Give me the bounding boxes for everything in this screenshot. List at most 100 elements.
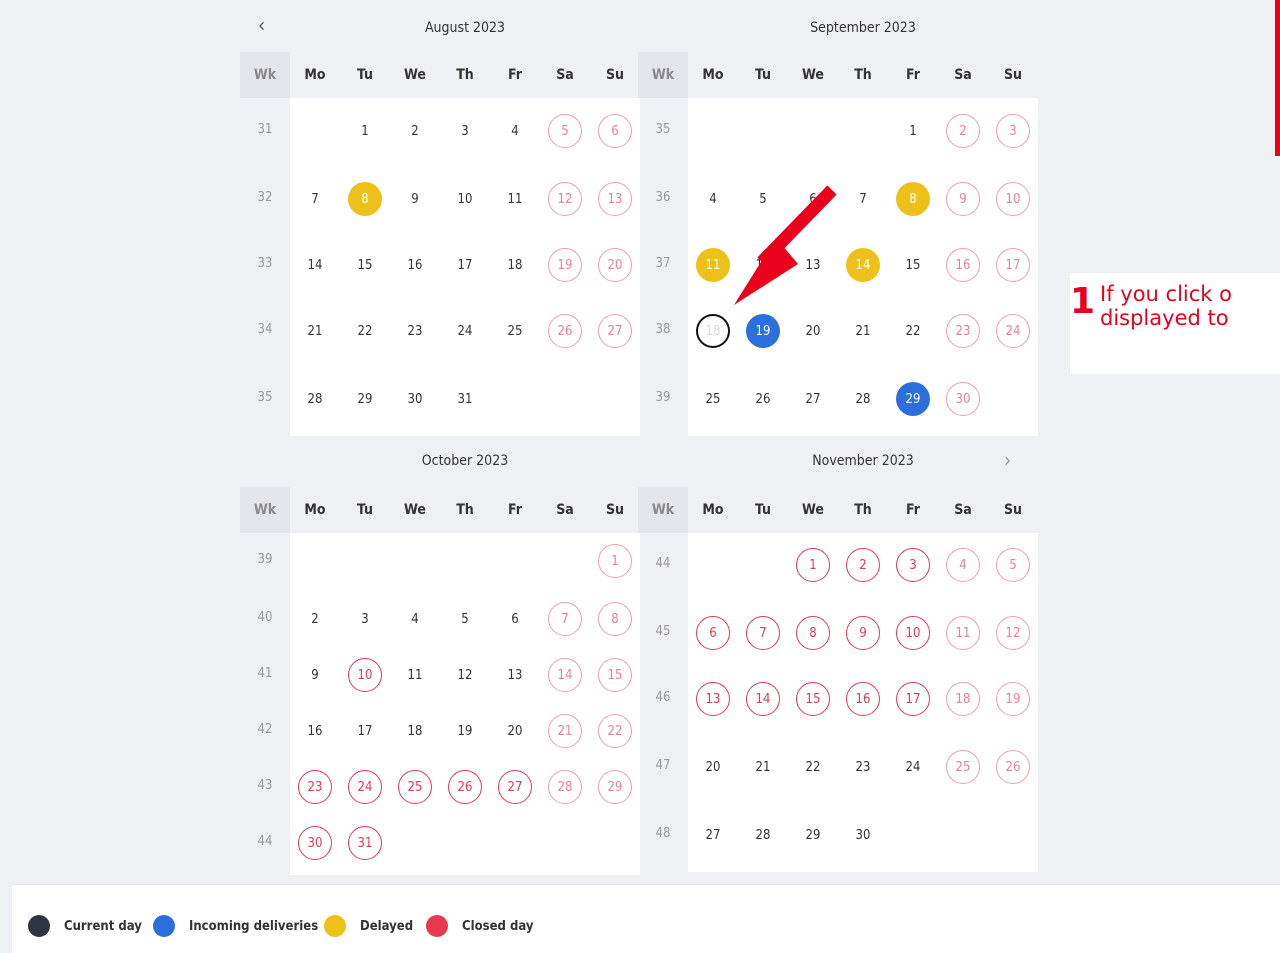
day-cell[interactable]: 19: [540, 245, 590, 285]
day-cell[interactable]: 12: [738, 245, 788, 285]
day-cell[interactable]: 16: [838, 679, 888, 719]
day-cell[interactable]: 5: [440, 599, 490, 639]
day-cell[interactable]: 15: [340, 245, 390, 285]
day-cell[interactable]: 12: [540, 179, 590, 219]
day-cell[interactable]: 23: [938, 311, 988, 351]
day-cell[interactable]: 4: [938, 545, 988, 585]
day-cell[interactable]: 6: [490, 599, 540, 639]
day-cell[interactable]: 18: [688, 311, 738, 351]
day-cell[interactable]: 21: [290, 311, 340, 351]
day-cell[interactable]: 25: [490, 311, 540, 351]
day-cell[interactable]: 2: [290, 599, 340, 639]
day-cell[interactable]: 6: [788, 179, 838, 219]
day-cell[interactable]: 4: [688, 179, 738, 219]
day-cell[interactable]: 10: [340, 655, 390, 695]
day-cell[interactable]: 27: [788, 379, 838, 419]
day-cell[interactable]: 10: [440, 179, 490, 219]
day-cell[interactable]: 15: [590, 655, 640, 695]
day-cell[interactable]: 10: [888, 613, 938, 653]
day-cell[interactable]: 24: [340, 767, 390, 807]
day-cell[interactable]: 26: [440, 767, 490, 807]
day-cell[interactable]: 31: [340, 823, 390, 863]
day-cell[interactable]: 7: [838, 179, 888, 219]
day-cell[interactable]: 30: [938, 379, 988, 419]
day-cell[interactable]: 9: [938, 179, 988, 219]
day-cell[interactable]: 26: [540, 311, 590, 351]
day-cell[interactable]: 14: [290, 245, 340, 285]
day-cell[interactable]: 27: [688, 815, 738, 855]
day-cell[interactable]: 18: [490, 245, 540, 285]
day-cell[interactable]: 1: [788, 545, 838, 585]
day-cell[interactable]: 11: [688, 245, 738, 285]
day-cell[interactable]: 20: [788, 311, 838, 351]
day-cell[interactable]: 1: [590, 541, 640, 581]
day-cell[interactable]: 14: [540, 655, 590, 695]
day-cell[interactable]: 4: [390, 599, 440, 639]
day-cell[interactable]: 21: [540, 711, 590, 751]
day-cell[interactable]: 17: [340, 711, 390, 751]
day-cell[interactable]: 11: [938, 613, 988, 653]
day-cell[interactable]: 14: [738, 679, 788, 719]
day-cell[interactable]: 22: [590, 711, 640, 751]
day-cell[interactable]: 29: [590, 767, 640, 807]
day-cell[interactable]: 2: [938, 111, 988, 151]
day-cell[interactable]: 28: [540, 767, 590, 807]
day-cell[interactable]: 3: [440, 111, 490, 151]
day-cell[interactable]: 29: [788, 815, 838, 855]
day-cell[interactable]: 22: [788, 747, 838, 787]
day-cell[interactable]: 19: [738, 311, 788, 351]
day-cell[interactable]: 29: [888, 379, 938, 419]
day-cell[interactable]: 31: [440, 379, 490, 419]
day-cell[interactable]: 20: [688, 747, 738, 787]
day-cell[interactable]: 5: [738, 179, 788, 219]
day-cell[interactable]: 5: [988, 545, 1038, 585]
day-cell[interactable]: 2: [838, 545, 888, 585]
day-cell[interactable]: 10: [988, 179, 1038, 219]
day-cell[interactable]: 9: [838, 613, 888, 653]
day-cell[interactable]: 3: [340, 599, 390, 639]
day-cell[interactable]: 24: [988, 311, 1038, 351]
day-cell[interactable]: 22: [340, 311, 390, 351]
day-cell[interactable]: 4: [490, 111, 540, 151]
day-cell[interactable]: 8: [340, 179, 390, 219]
day-cell[interactable]: 26: [738, 379, 788, 419]
day-cell[interactable]: 7: [290, 179, 340, 219]
day-cell[interactable]: 16: [290, 711, 340, 751]
day-cell[interactable]: 21: [738, 747, 788, 787]
day-cell[interactable]: 17: [440, 245, 490, 285]
day-cell[interactable]: 20: [590, 245, 640, 285]
day-cell[interactable]: 14: [838, 245, 888, 285]
day-cell[interactable]: 18: [938, 679, 988, 719]
day-cell[interactable]: 20: [490, 711, 540, 751]
day-cell[interactable]: 30: [838, 815, 888, 855]
day-cell[interactable]: 16: [938, 245, 988, 285]
day-cell[interactable]: 15: [788, 679, 838, 719]
day-cell[interactable]: 9: [390, 179, 440, 219]
day-cell[interactable]: 12: [988, 613, 1038, 653]
day-cell[interactable]: 24: [440, 311, 490, 351]
day-cell[interactable]: 13: [788, 245, 838, 285]
day-cell[interactable]: 5: [540, 111, 590, 151]
day-cell[interactable]: 22: [888, 311, 938, 351]
day-cell[interactable]: 13: [688, 679, 738, 719]
day-cell[interactable]: 24: [888, 747, 938, 787]
day-cell[interactable]: 11: [390, 655, 440, 695]
day-cell[interactable]: 1: [888, 111, 938, 151]
day-cell[interactable]: 28: [838, 379, 888, 419]
day-cell[interactable]: 7: [540, 599, 590, 639]
day-cell[interactable]: 26: [988, 747, 1038, 787]
day-cell[interactable]: 9: [290, 655, 340, 695]
day-cell[interactable]: 30: [390, 379, 440, 419]
day-cell[interactable]: 27: [490, 767, 540, 807]
day-cell[interactable]: 25: [390, 767, 440, 807]
day-cell[interactable]: 16: [390, 245, 440, 285]
day-cell[interactable]: 25: [938, 747, 988, 787]
day-cell[interactable]: 13: [490, 655, 540, 695]
day-cell[interactable]: 19: [440, 711, 490, 751]
day-cell[interactable]: 3: [988, 111, 1038, 151]
day-cell[interactable]: 28: [290, 379, 340, 419]
day-cell[interactable]: 6: [590, 111, 640, 151]
day-cell[interactable]: 11: [490, 179, 540, 219]
day-cell[interactable]: 6: [688, 613, 738, 653]
day-cell[interactable]: 8: [788, 613, 838, 653]
